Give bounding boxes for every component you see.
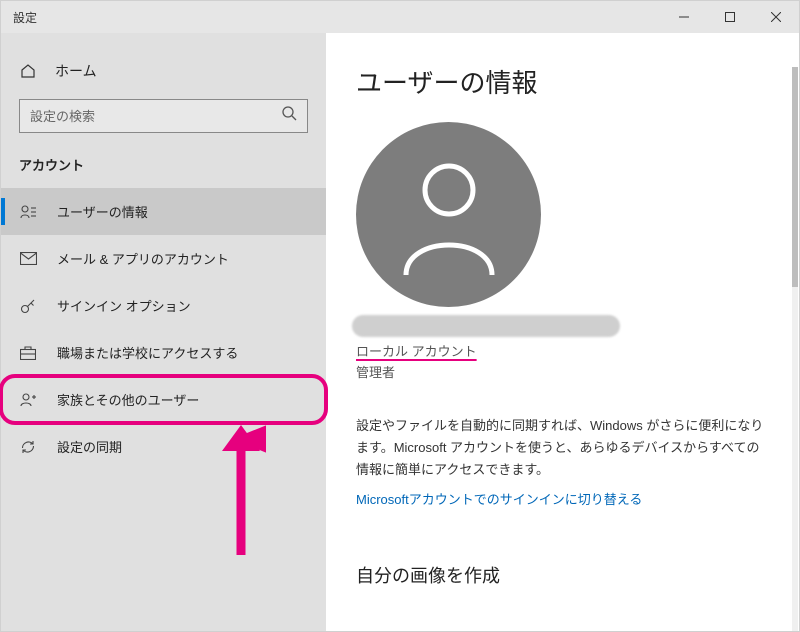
briefcase-icon [19,346,37,360]
sidebar-item-label: サインイン オプション [57,296,191,315]
close-icon [771,12,781,22]
sync-description: 設定やファイルを自動的に同期すれば、Windows がさらに便利になります。Mi… [356,415,769,481]
minimize-icon [679,12,689,22]
account-name-redacted [352,315,620,337]
person-icon [394,155,504,275]
sync-icon [19,439,37,455]
sidebar-item-work-school[interactable]: 職場または学校にアクセスする [1,329,326,376]
account-type-label: ローカル アカウント [356,341,769,360]
sidebar-item-email-accounts[interactable]: メール & アプリのアカウント [1,235,326,282]
titlebar: 設定 [1,1,799,33]
settings-window: 設定 ホーム [0,0,800,632]
sidebar-item-label: 家族とその他のユーザー [57,390,199,409]
home-label: ホーム [55,61,97,81]
person-card-icon [19,204,37,219]
content-pane: ユーザーの情報 ローカル アカウント 管理者 設定やファイルを自動的に同期すれば… [326,33,799,631]
window-controls [661,1,799,33]
search-input[interactable] [30,109,282,124]
home-button[interactable]: ホーム [1,53,326,99]
sidebar-section-title: アカウント [1,155,326,188]
minimize-button[interactable] [661,1,707,33]
window-body: ホーム アカウント ユーザーの情報 メール & アプリのアカウント [1,33,799,631]
sidebar-item-label: 設定の同期 [57,437,122,456]
home-icon [19,63,37,79]
mail-icon [19,252,37,265]
sidebar-item-label: メール & アプリのアカウント [57,249,229,268]
create-picture-heading: 自分の画像を作成 [356,562,769,588]
maximize-button[interactable] [707,1,753,33]
scrollbar-thumb[interactable] [792,67,798,287]
sidebar-item-label: 職場または学校にアクセスする [57,343,238,362]
maximize-icon [725,12,735,22]
key-icon [19,298,37,314]
window-title: 設定 [13,9,37,26]
close-button[interactable] [753,1,799,33]
person-plus-icon [19,392,37,407]
scrollbar-track[interactable] [792,67,798,631]
sidebar-item-label: ユーザーの情報 [57,202,148,221]
sidebar: ホーム アカウント ユーザーの情報 メール & アプリのアカウント [1,33,326,631]
sidebar-item-sync-settings[interactable]: 設定の同期 [1,423,326,470]
search-icon [282,106,297,126]
account-role-label: 管理者 [356,362,769,381]
avatar [356,122,541,307]
sidebar-item-signin-options[interactable]: サインイン オプション [1,282,326,329]
switch-to-microsoft-account-link[interactable]: Microsoftアカウントでのサインインに切り替える [356,489,769,508]
search-box[interactable] [19,99,308,133]
sidebar-item-user-info[interactable]: ユーザーの情報 [1,188,326,235]
page-title: ユーザーの情報 [356,63,769,100]
sidebar-item-family-other-users[interactable]: 家族とその他のユーザー [1,376,326,423]
